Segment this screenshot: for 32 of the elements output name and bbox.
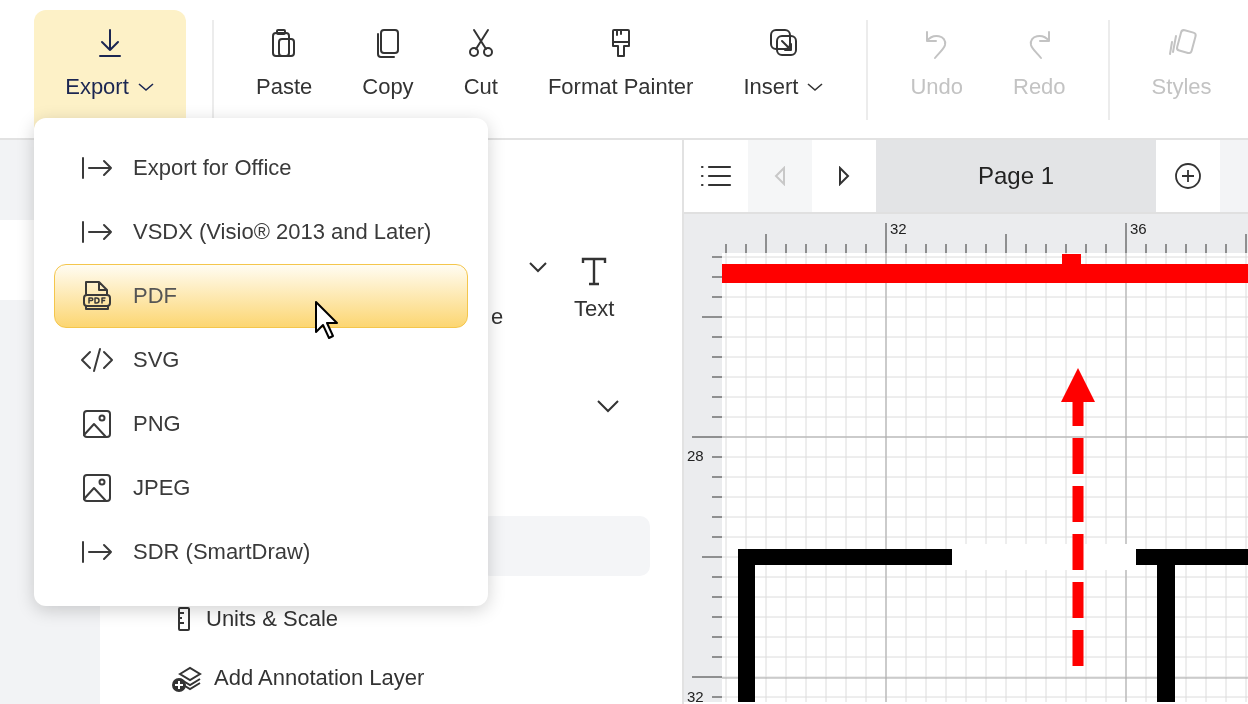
- menu-item[interactable]: Export for Office: [54, 136, 468, 200]
- panel-menu-item[interactable]: Add Annotation Layer: [172, 664, 425, 692]
- menu-item[interactable]: SDR (SmartDraw): [54, 520, 468, 584]
- chevron-down-icon[interactable]: [596, 399, 620, 413]
- triangle-right-icon: [837, 166, 851, 186]
- panel-menu-item[interactable]: Units & Scale: [172, 606, 425, 632]
- chevron-down-icon[interactable]: [528, 261, 548, 273]
- tool-label: e: [491, 304, 504, 330]
- triangle-left-icon: [773, 166, 787, 186]
- page-tab[interactable]: Page 1: [876, 140, 1156, 212]
- toolbar-button[interactable]: Paste: [240, 0, 329, 138]
- ruler-icon: [178, 607, 190, 631]
- ruler-label: 32: [687, 688, 704, 702]
- text-tool-button[interactable]: Text: [574, 256, 615, 322]
- text-icon: [580, 256, 609, 286]
- menu-item[interactable]: PNG: [54, 392, 468, 456]
- menu-item[interactable]: PDF: [54, 264, 468, 328]
- list-icon: [700, 164, 732, 188]
- menu-item[interactable]: JPEG: [54, 456, 468, 520]
- menu-item[interactable]: SVG: [54, 328, 468, 392]
- page-list-button[interactable]: [684, 140, 748, 212]
- add-layer-icon: [172, 664, 202, 692]
- toolbar-button[interactable]: Format Painter: [531, 0, 710, 138]
- toolbar-button[interactable]: Insert: [727, 0, 841, 138]
- toolbar-button[interactable]: Cut: [447, 0, 514, 138]
- plus-circle-icon: [1174, 162, 1202, 190]
- add-page-button[interactable]: [1156, 140, 1220, 212]
- ruler-label: 36: [1130, 220, 1147, 237]
- menu-item[interactable]: VSDX (Visio® 2013 and Later): [54, 200, 468, 264]
- toolbar-button[interactable]: Copy: [346, 0, 430, 138]
- ruler-label: 32: [890, 220, 907, 237]
- ruler-label: 28: [687, 447, 704, 464]
